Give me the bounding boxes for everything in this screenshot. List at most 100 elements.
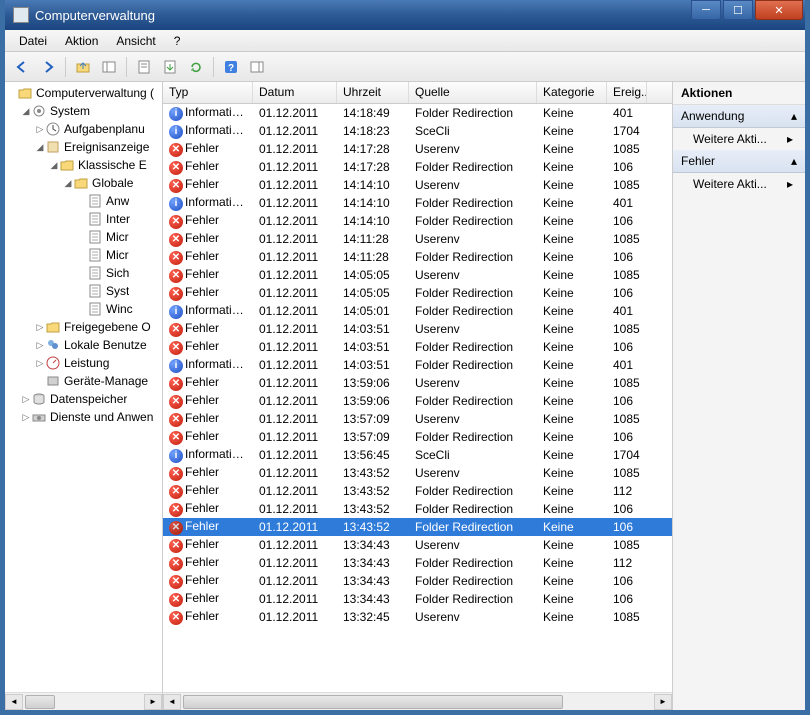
event-row[interactable]: ✕Fehler01.12.201113:43:52UserenvKeine108… [163, 464, 672, 482]
cell-ereig: 106 [607, 213, 647, 229]
tree-lokale[interactable]: ▷Lokale Benutze [5, 336, 162, 354]
tree-toggle-icon[interactable]: ▷ [35, 124, 45, 135]
event-row[interactable]: ✕Fehler01.12.201114:11:28UserenvKeine108… [163, 230, 672, 248]
folder-up-button[interactable] [72, 56, 94, 78]
close-button[interactable]: ✕ [755, 0, 803, 20]
cell-uhrzeit: 14:14:10 [337, 195, 409, 211]
event-row[interactable]: iInformatio...01.12.201114:03:51Folder R… [163, 356, 672, 374]
tree-system[interactable]: ◢System [5, 102, 162, 120]
event-row[interactable]: ✕Fehler01.12.201113:57:09Folder Redirect… [163, 428, 672, 446]
column-header-quelle[interactable]: Quelle [409, 82, 537, 103]
tree-toggle-icon[interactable]: ▷ [35, 340, 45, 351]
column-header-uhrzeit[interactable]: Uhrzeit [337, 82, 409, 103]
refresh-button[interactable] [185, 56, 207, 78]
tree-toggle-icon[interactable]: ◢ [21, 106, 31, 117]
event-row[interactable]: iInformatio...01.12.201114:18:23SceCliKe… [163, 122, 672, 140]
tree-dienste[interactable]: ▷Dienste und Anwen [5, 408, 162, 426]
event-row[interactable]: ✕Fehler01.12.201114:17:28UserenvKeine108… [163, 140, 672, 158]
event-row[interactable]: ✕Fehler01.12.201113:34:43UserenvKeine108… [163, 536, 672, 554]
event-row[interactable]: ✕Fehler01.12.201114:05:05Folder Redirect… [163, 284, 672, 302]
column-header-datum[interactable]: Datum [253, 82, 337, 103]
tree-scrollbar[interactable]: ◄ ► [5, 692, 162, 710]
cell-typ: ✕Fehler [163, 536, 253, 554]
actions-more-fehler[interactable]: Weitere Akti... ▸ [673, 173, 805, 195]
event-row[interactable]: ✕Fehler01.12.201113:43:52Folder Redirect… [163, 500, 672, 518]
cell-kategorie: Keine [537, 177, 607, 193]
event-row[interactable]: ✕Fehler01.12.201114:11:28Folder Redirect… [163, 248, 672, 266]
tree-toggle-icon[interactable]: ▷ [21, 412, 31, 423]
actions-more-anwendung[interactable]: Weitere Akti... ▸ [673, 128, 805, 150]
event-row[interactable]: ✕Fehler01.12.201114:03:51UserenvKeine108… [163, 320, 672, 338]
event-row[interactable]: ✕Fehler01.12.201114:14:10UserenvKeine108… [163, 176, 672, 194]
event-row[interactable]: ✕Fehler01.12.201114:17:28Folder Redirect… [163, 158, 672, 176]
minimize-button[interactable]: ─ [691, 0, 721, 20]
tree-toggle-icon[interactable]: ▷ [21, 394, 31, 405]
tree-klassische[interactable]: ◢Klassische E [5, 156, 162, 174]
event-row[interactable]: ✕Fehler01.12.201113:34:43Folder Redirect… [163, 590, 672, 608]
cell-quelle: Userenv [409, 141, 537, 157]
cell-typ: ✕Fehler [163, 140, 253, 158]
list-scrollbar[interactable]: ◄ ► [163, 692, 672, 710]
tree-toggle-icon[interactable]: ◢ [63, 178, 73, 189]
tree-root[interactable]: Computerverwaltung ( [5, 84, 162, 102]
event-row[interactable]: iInformatio...01.12.201113:56:45SceCliKe… [163, 446, 672, 464]
menu-action[interactable]: Aktion [57, 32, 106, 50]
event-row[interactable]: ✕Fehler01.12.201114:14:10Folder Redirect… [163, 212, 672, 230]
cell-ereig: 106 [607, 393, 647, 409]
event-row[interactable]: iInformatio...01.12.201114:18:49Folder R… [163, 104, 672, 122]
tree-freigegebene[interactable]: ▷Freigegebene O [5, 318, 162, 336]
column-header-typ[interactable]: Typ [163, 82, 253, 103]
actions-section-fehler[interactable]: Fehler ▴ [673, 150, 805, 173]
event-row[interactable]: ✕Fehler01.12.201114:03:51Folder Redirect… [163, 338, 672, 356]
column-header-ereig[interactable]: Ereig... [607, 82, 647, 103]
event-row[interactable]: ✕Fehler01.12.201113:59:06Folder Redirect… [163, 392, 672, 410]
actions-section-anwendung[interactable]: Anwendung ▴ [673, 105, 805, 128]
event-row[interactable]: ✕Fehler01.12.201113:34:43Folder Redirect… [163, 572, 672, 590]
show-hide-action-button[interactable] [246, 56, 268, 78]
maximize-button[interactable]: ☐ [723, 0, 753, 20]
error-icon: ✕ [169, 593, 183, 607]
event-row[interactable]: ✕Fehler01.12.201113:34:43Folder Redirect… [163, 554, 672, 572]
event-row[interactable]: iInformatio...01.12.201114:14:10Folder R… [163, 194, 672, 212]
export-button[interactable] [159, 56, 181, 78]
tree-toggle-icon[interactable]: ▷ [35, 322, 45, 333]
menu-view[interactable]: Ansicht [108, 32, 163, 50]
tree-system-log[interactable]: Syst [5, 282, 162, 300]
tree-geraete[interactable]: Geräte-Manage [5, 372, 162, 390]
tree-toggle-icon[interactable]: ◢ [35, 142, 45, 153]
menu-help[interactable]: ? [166, 32, 189, 50]
tree-anwendung[interactable]: Anw [5, 192, 162, 210]
tree-node-label: Globale [92, 176, 133, 190]
event-row[interactable]: ✕Fehler01.12.201113:43:52Folder Redirect… [163, 482, 672, 500]
tree-windows[interactable]: Winc [5, 300, 162, 318]
event-row[interactable]: ✕Fehler01.12.201114:05:05UserenvKeine108… [163, 266, 672, 284]
forward-button[interactable] [37, 56, 59, 78]
tree-datenspeicher[interactable]: ▷Datenspeicher [5, 390, 162, 408]
tree-ereignisanzeige[interactable]: ◢Ereignisanzeige [5, 138, 162, 156]
menu-file[interactable]: Datei [11, 32, 55, 50]
event-row[interactable]: ✕Fehler01.12.201113:43:52Folder Redirect… [163, 518, 672, 536]
tree-globale[interactable]: ◢ Globale [5, 174, 162, 192]
tree-micr2[interactable]: Micr [5, 246, 162, 264]
titlebar[interactable]: Computerverwaltung ─ ☐ ✕ [5, 0, 805, 30]
tree-toggle-icon[interactable]: ◢ [49, 160, 59, 171]
event-row[interactable]: ✕Fehler01.12.201113:57:09UserenvKeine108… [163, 410, 672, 428]
tree-leistung[interactable]: ▷Leistung [5, 354, 162, 372]
cell-ereig: 1704 [607, 447, 647, 463]
cell-ereig: 106 [607, 591, 647, 607]
column-header-kategorie[interactable]: Kategorie [537, 82, 607, 103]
tree-aufgabenplanung[interactable]: ▷Aufgabenplanu [5, 120, 162, 138]
show-hide-tree-button[interactable] [98, 56, 120, 78]
tree-internet[interactable]: Inter [5, 210, 162, 228]
tree-toggle-icon[interactable]: ▷ [35, 358, 45, 369]
event-row[interactable]: iInformatio...01.12.201114:05:01Folder R… [163, 302, 672, 320]
properties-button[interactable] [133, 56, 155, 78]
cell-quelle: Folder Redirection [409, 393, 537, 409]
error-icon: ✕ [169, 161, 183, 175]
event-row[interactable]: ✕Fehler01.12.201113:32:45UserenvKeine108… [163, 608, 672, 626]
back-button[interactable] [11, 56, 33, 78]
help-button[interactable]: ? [220, 56, 242, 78]
tree-sicherheit[interactable]: Sich [5, 264, 162, 282]
tree-micr1[interactable]: Micr [5, 228, 162, 246]
event-row[interactable]: ✕Fehler01.12.201113:59:06UserenvKeine108… [163, 374, 672, 392]
